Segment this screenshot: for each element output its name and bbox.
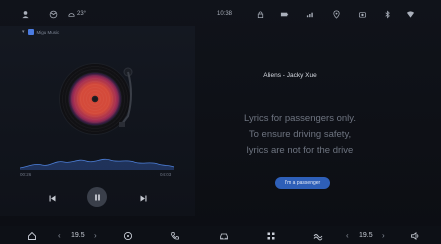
- apps-grid-icon[interactable]: [265, 230, 276, 241]
- clock: 10:38: [217, 11, 233, 17]
- left-temp-decrease-chevron-icon[interactable]: ‹: [58, 231, 61, 240]
- skip-previous-icon: [49, 195, 55, 201]
- chevron-down-icon: ▾: [22, 29, 25, 35]
- weather-icon: [66, 9, 76, 19]
- elapsed-time: 00:26: [20, 172, 32, 177]
- volume-icon[interactable]: [409, 230, 420, 241]
- play-pause-button[interactable]: [87, 187, 107, 207]
- left-temp-increase-chevron-icon[interactable]: ›: [94, 231, 97, 240]
- right-temp-increase-chevron-icon[interactable]: ›: [382, 231, 385, 240]
- lyrics-safety-notice: Lyrics for passengers only. To ensure dr…: [210, 111, 390, 159]
- next-track-button[interactable]: [137, 192, 149, 204]
- total-time: 04:03: [160, 172, 172, 177]
- notice-line-3: lyrics are not for the drive: [246, 145, 354, 156]
- driver-temperature: 19.5: [71, 232, 85, 239]
- right-temp-decrease-chevron-icon[interactable]: ‹: [346, 231, 349, 240]
- notice-line-2: To ensure driving safety,: [248, 129, 352, 140]
- user-icon[interactable]: [20, 9, 30, 19]
- im-a-passenger-button[interactable]: I'm a passenger: [275, 177, 330, 189]
- music-source-label: Migu Music: [36, 29, 60, 35]
- bluetooth-icon: [382, 9, 392, 19]
- lock-icon: [255, 9, 265, 19]
- outside-temperature: 23°: [77, 11, 87, 17]
- battery-icon: [279, 9, 289, 19]
- song-title: Aliens - Jacky Xue: [263, 72, 317, 79]
- audio-waveform-progress[interactable]: [20, 154, 174, 170]
- fan-icon[interactable]: [122, 230, 133, 241]
- music-source-selector[interactable]: ▾ Migu Music: [22, 29, 59, 35]
- notice-line-1: Lyrics for passengers only.: [244, 113, 356, 124]
- tonearm-icon: [119, 67, 133, 127]
- car-infotainment-screen: 23° 10:38 ▾ Migu Music 00:26 04:03 Alien…: [0, 0, 441, 244]
- wifi-icon: [405, 9, 415, 19]
- passenger-temperature: 19.5: [359, 232, 373, 239]
- signal-icon: [305, 9, 315, 19]
- camera-icon: [357, 9, 367, 19]
- car-icon[interactable]: [218, 230, 229, 241]
- pause-icon: [94, 194, 100, 200]
- phone-icon[interactable]: [169, 230, 180, 241]
- mood-icon[interactable]: [48, 9, 58, 19]
- ac-airflow-icon[interactable]: [312, 230, 323, 241]
- migu-music-logo-icon: [27, 29, 34, 35]
- home-icon[interactable]: [26, 230, 37, 241]
- previous-track-button[interactable]: [46, 192, 58, 204]
- location-icon: [331, 9, 341, 19]
- skip-next-icon: [140, 195, 146, 201]
